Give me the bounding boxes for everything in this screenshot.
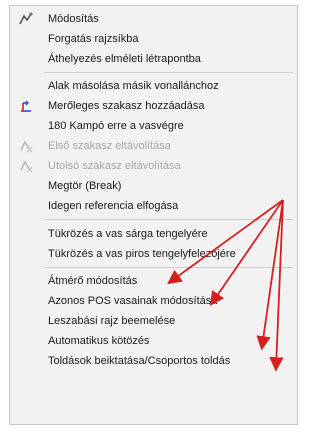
menu-item-label: Első szakasz eltávolítása xyxy=(48,140,171,152)
menu-item-label: Merőleges szakasz hozzáadása xyxy=(48,100,205,112)
menu-item-move-to-ladder-point[interactable]: Áthelyezés elméleti létrapontba xyxy=(10,49,297,69)
menu-item-insert-laps[interactable]: Toldások beiktatása/Csoportos toldás xyxy=(10,351,297,371)
menu-item-label: Automatikus kötözés xyxy=(48,335,150,347)
menu-item-add-perpendicular-segment[interactable]: Merőleges szakasz hozzáadása xyxy=(10,96,297,116)
menu-item-import-cutting-drawing[interactable]: Leszabási rajz beemelése xyxy=(10,311,297,331)
menu-item-remove-first-segment: Első szakasz eltávolítása xyxy=(10,136,297,156)
menu-separator xyxy=(44,219,293,220)
menu-item-diameter-change[interactable]: Átmérő módosítás xyxy=(10,271,297,291)
menu-item-break[interactable]: Megtör (Break) xyxy=(10,176,297,196)
menu-item-label: Toldások beiktatása/Csoportos toldás xyxy=(48,355,231,367)
menu-item-label: Tükrözés a vas piros tengelyfelezőjére xyxy=(48,248,236,260)
menu-item-label: Alak másolása másik vonallánchoz xyxy=(48,80,219,92)
menu-item-label: Forgatás rajzsíkba xyxy=(48,33,139,45)
menu-item-label: Tükrözés a vas sárga tengelyére xyxy=(48,228,208,240)
remove-last-segment-icon xyxy=(18,158,34,174)
menu-item-label: Leszabási rajz beemelése xyxy=(48,315,176,327)
menu-item-rotate-to-plane[interactable]: Forgatás rajzsíkba xyxy=(10,29,297,49)
menu-item-modify[interactable]: Módosítás xyxy=(10,9,297,29)
menu-item-label: Idegen referencia elfogása xyxy=(48,200,179,212)
add-perpendicular-icon xyxy=(18,98,34,114)
menu-item-copy-shape[interactable]: Alak másolása másik vonallánchoz xyxy=(10,76,297,96)
menu-item-label: Átmérő módosítás xyxy=(48,275,138,287)
menu-item-auto-tie[interactable]: Automatikus kötözés xyxy=(10,331,297,351)
menu-item-mirror-red-axis[interactable]: Tükrözés a vas piros tengelyfelezőjére xyxy=(10,244,297,264)
menu-item-label: Azonos POS vasainak módosítása xyxy=(48,295,218,307)
context-menu: Módosítás Forgatás rajzsíkba Áthelyezés … xyxy=(9,5,298,425)
remove-first-segment-icon xyxy=(18,138,34,154)
menu-item-label: Módosítás xyxy=(48,13,99,25)
menu-item-hook-180[interactable]: 180 Kampó erre a vasvégre xyxy=(10,116,297,136)
menu-item-label: 180 Kampó erre a vasvégre xyxy=(48,120,184,132)
modify-icon xyxy=(18,11,34,27)
menu-item-capture-reference[interactable]: Idegen referencia elfogása xyxy=(10,196,297,216)
menu-item-mirror-yellow-axis[interactable]: Tükrözés a vas sárga tengelyére xyxy=(10,224,297,244)
menu-item-label: Megtör (Break) xyxy=(48,180,122,192)
menu-item-label: Áthelyezés elméleti létrapontba xyxy=(48,53,201,65)
menu-item-remove-last-segment: Utolsó szakasz eltávolítása xyxy=(10,156,297,176)
menu-item-label: Utolsó szakasz eltávolítása xyxy=(48,160,181,172)
menu-separator xyxy=(44,267,293,268)
menu-item-same-pos-modify[interactable]: Azonos POS vasainak módosítása xyxy=(10,291,297,311)
menu-separator xyxy=(44,72,293,73)
